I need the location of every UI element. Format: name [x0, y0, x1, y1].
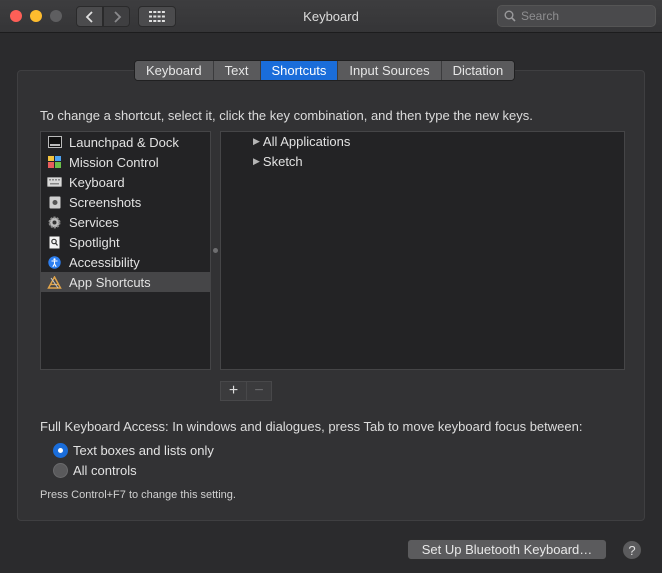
help-button[interactable]: ? — [622, 540, 642, 560]
category-label: Accessibility — [69, 254, 140, 270]
category-label: Mission Control — [69, 154, 159, 170]
disclosure-triangle-icon[interactable]: ▶ — [253, 136, 260, 147]
category-label: Keyboard — [69, 174, 125, 190]
spotlight-icon — [47, 235, 62, 249]
category-keyboard[interactable]: Keyboard — [41, 172, 210, 192]
search-field[interactable]: Search — [497, 5, 656, 27]
add-remove-control: + − — [220, 381, 272, 401]
tab-dictation[interactable]: Dictation — [441, 61, 515, 80]
category-spotlight[interactable]: Spotlight — [41, 232, 210, 252]
shortcut-group-sketch[interactable]: ▶ Sketch — [253, 154, 303, 169]
tab-shortcuts[interactable]: Shortcuts — [260, 61, 339, 80]
title-bar: Keyboard Search — [0, 0, 662, 33]
category-label: Launchpad & Dock — [69, 134, 179, 150]
radio-button-selected[interactable] — [53, 443, 68, 458]
radio-button[interactable] — [53, 463, 68, 478]
screenshots-icon — [47, 195, 62, 209]
add-shortcut-button[interactable]: + — [221, 382, 246, 400]
shortcut-group-label: All Applications — [262, 134, 351, 149]
shortcut-group-all-applications[interactable]: ▶ All Applications — [253, 134, 350, 149]
radio-text-boxes-lists[interactable]: Text boxes and lists only — [53, 443, 214, 458]
radio-all-controls[interactable]: All controls — [53, 463, 137, 478]
keyboard-access-hint: Press Control+F7 to change this setting. — [40, 489, 236, 501]
shortcut-group-label: Sketch — [262, 154, 303, 169]
category-label: Screenshots — [69, 194, 142, 210]
category-label: App Shortcuts — [69, 274, 151, 290]
accessibility-icon — [47, 255, 62, 269]
remove-shortcut-button[interactable]: − — [246, 382, 271, 400]
mission-control-icon — [47, 155, 62, 169]
gear-icon — [47, 215, 62, 229]
category-screenshots[interactable]: Screenshots — [41, 192, 210, 212]
category-app-shortcuts[interactable]: App Shortcuts — [41, 272, 210, 292]
tab-text[interactable]: Text — [213, 61, 261, 80]
keyboard-icon — [47, 175, 62, 189]
category-launchpad-dock[interactable]: Launchpad & Dock — [41, 132, 210, 152]
radio-label: All controls — [73, 463, 137, 478]
app-shortcuts-icon — [47, 275, 62, 289]
search-icon — [504, 10, 516, 22]
category-label: Spotlight — [69, 234, 120, 250]
full-keyboard-access-label: Full Keyboard Access: In windows and dia… — [40, 419, 583, 434]
launchpad-dock-icon — [47, 135, 62, 149]
tab-input-sources[interactable]: Input Sources — [338, 61, 442, 80]
instructions-text: To change a shortcut, select it, click t… — [40, 108, 533, 123]
category-services[interactable]: Services — [41, 212, 210, 232]
search-placeholder: Search — [521, 9, 560, 23]
tab-bar: Keyboard Text Shortcuts Input Sources Di… — [134, 60, 516, 81]
category-label: Services — [69, 214, 119, 230]
shortcut-category-list: Launchpad & Dock Mission Control Keyboar… — [40, 131, 211, 370]
tab-keyboard[interactable]: Keyboard — [135, 61, 214, 80]
category-accessibility[interactable]: Accessibility — [41, 252, 210, 272]
shortcut-list: ▶ All Applications ▶ Sketch — [220, 131, 625, 370]
category-mission-control[interactable]: Mission Control — [41, 152, 210, 172]
setup-bluetooth-keyboard-button[interactable]: Set Up Bluetooth Keyboard… — [407, 539, 607, 560]
split-view-handle[interactable] — [213, 248, 218, 253]
disclosure-triangle-icon[interactable]: ▶ — [253, 156, 260, 167]
radio-label: Text boxes and lists only — [73, 443, 214, 458]
